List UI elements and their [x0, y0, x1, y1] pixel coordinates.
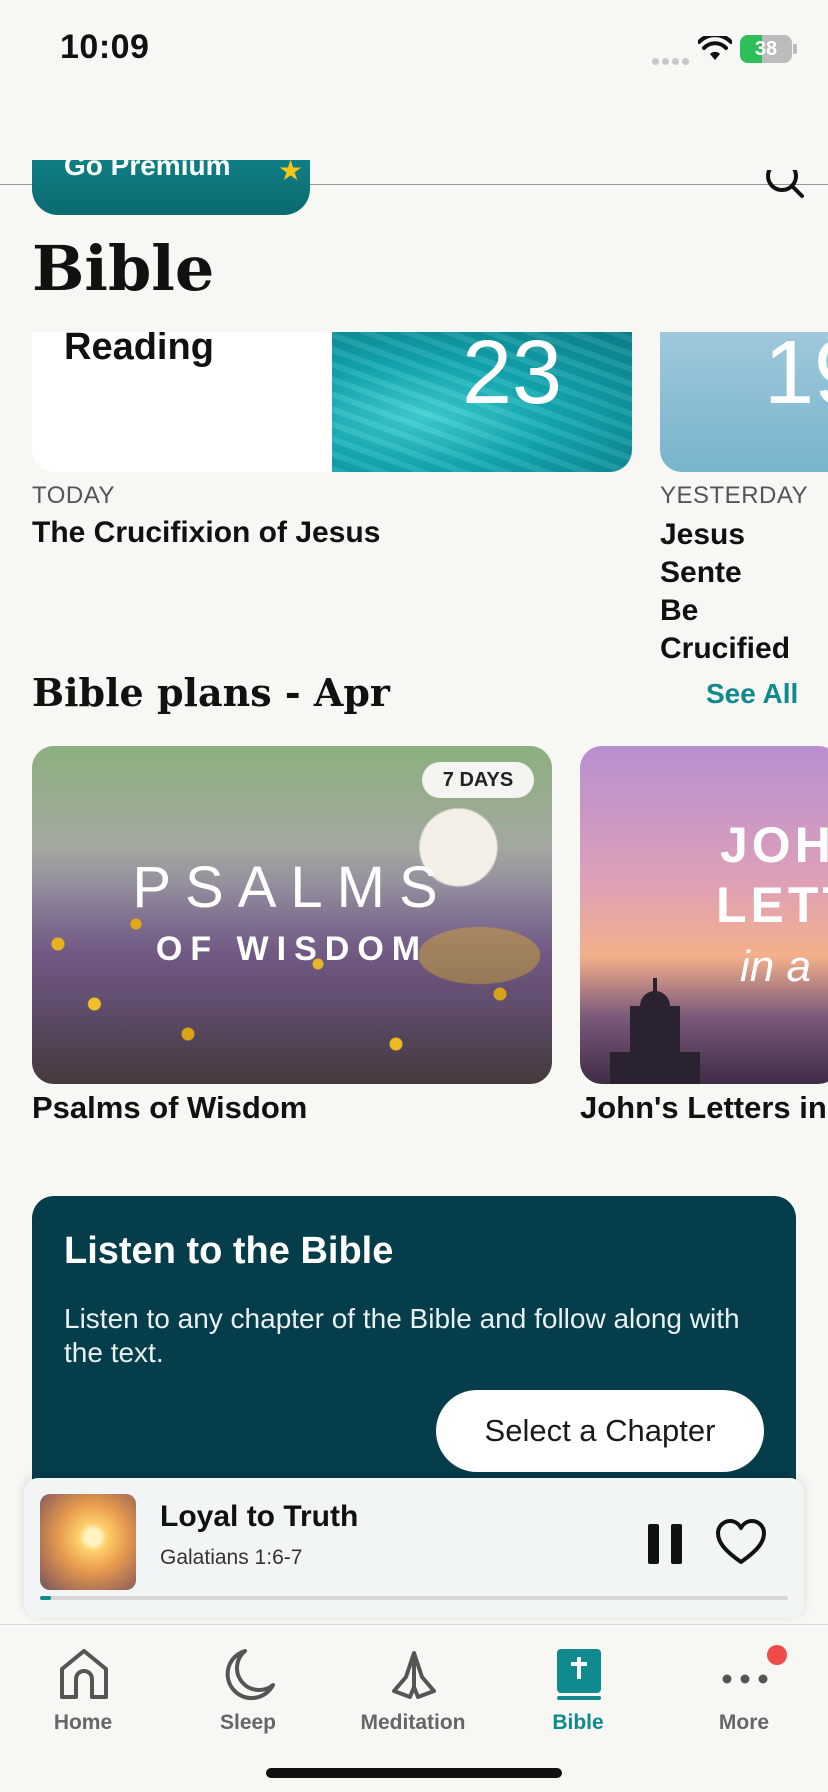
listen-description: Listen to any chapter of the Bible and f… — [64, 1303, 740, 1368]
plan-art-subtitle: in a — [740, 942, 811, 991]
duration-badge: 7 DAYS — [422, 762, 534, 798]
see-all-link[interactable]: See All — [706, 678, 798, 710]
daily-reading-card-today[interactable]: Reading 23 — [32, 332, 632, 472]
wifi-icon — [698, 36, 732, 60]
tab-meditation[interactable]: Meditation — [348, 1637, 478, 1747]
today-reading-title[interactable]: The Crucifixion of Jesus — [32, 514, 380, 552]
tab-bar: Home Sleep Meditation Bible More — [0, 1624, 828, 1792]
heart-icon[interactable] — [714, 1516, 768, 1570]
status-bar: 10:09 38 — [0, 0, 828, 100]
church-image — [610, 978, 700, 1084]
praying-hands-icon — [392, 1651, 436, 1699]
daily-card-label: Reading — [64, 332, 214, 368]
moon-icon — [225, 1649, 275, 1701]
yesterday-title-line2: Be Crucified — [660, 594, 791, 665]
playback-progress-fill — [40, 1596, 52, 1600]
status-time: 10:09 — [60, 28, 150, 66]
player-subtitle: Galatians 1:6-7 — [160, 1546, 303, 1569]
tab-more[interactable]: More — [679, 1637, 809, 1747]
section-title-bible-plans: Bible plans - Apr — [32, 670, 390, 715]
plan-art-subtitle: OF WISDOM — [155, 930, 429, 968]
plan-art-title-2: LETT — [716, 877, 828, 933]
listen-title: Listen to the Bible — [64, 1230, 394, 1272]
tab-home[interactable]: Home — [18, 1637, 148, 1747]
home-icon — [60, 1649, 108, 1699]
cellular-signal-icon — [652, 52, 692, 65]
player-artwork — [40, 1494, 136, 1590]
search-icon[interactable] — [760, 170, 808, 206]
tab-label: Sleep — [219, 1711, 277, 1734]
listen-to-bible-card: Listen to the Bible Listen to any chapte… — [32, 1196, 796, 1486]
go-premium-button[interactable]: Go Premium ★ — [32, 160, 310, 215]
tab-bible[interactable]: Bible — [513, 1637, 643, 1747]
home-indicator — [266, 1768, 562, 1778]
daily-card-day: 23 — [462, 332, 563, 423]
tab-sleep[interactable]: Sleep — [183, 1637, 313, 1747]
plan-art-title: PSALMS — [132, 855, 452, 920]
page-title: Bible — [32, 232, 215, 305]
pause-icon[interactable] — [644, 1520, 686, 1568]
bible-icon — [557, 1649, 601, 1700]
yesterday-label: YESTERDAY — [660, 482, 809, 509]
plan-card-psalms[interactable]: 7 DAYS PSALMS OF WISDOM — [32, 746, 552, 1084]
go-premium-label: Go Premium — [64, 160, 231, 181]
player-title: Loyal to Truth — [160, 1500, 359, 1533]
star-icon: ★ — [278, 160, 304, 186]
notification-badge — [767, 1645, 787, 1665]
today-label: TODAY — [32, 482, 115, 509]
plan-title[interactable]: John's Letters in — [580, 1090, 827, 1126]
yesterday-reading-title[interactable]: Jesus Sente Be Crucified — [660, 516, 828, 668]
yesterday-title-line1: Jesus Sente — [660, 518, 746, 589]
tab-label: Home — [53, 1711, 113, 1734]
plan-title[interactable]: Psalms of Wisdom — [32, 1090, 307, 1126]
tab-label: Meditation — [360, 1711, 466, 1734]
more-icon — [722, 1674, 768, 1684]
tab-label: Bible — [552, 1711, 604, 1734]
playback-progress[interactable] — [40, 1596, 788, 1600]
daily-card-day: 19 — [764, 332, 828, 423]
daily-reading-card-yesterday[interactable]: 19 — [660, 332, 828, 472]
plan-card-johns-letters[interactable]: JOH LETT in a — [580, 746, 828, 1084]
tab-label: More — [718, 1711, 770, 1734]
select-chapter-button[interactable]: Select a Chapter — [436, 1390, 764, 1472]
plan-art-title: JOH — [720, 817, 828, 873]
battery-level: 38 — [754, 38, 778, 60]
mini-player[interactable]: Loyal to Truth Galatians 1:6-7 — [24, 1478, 804, 1618]
battery-icon: 38 — [740, 35, 792, 63]
